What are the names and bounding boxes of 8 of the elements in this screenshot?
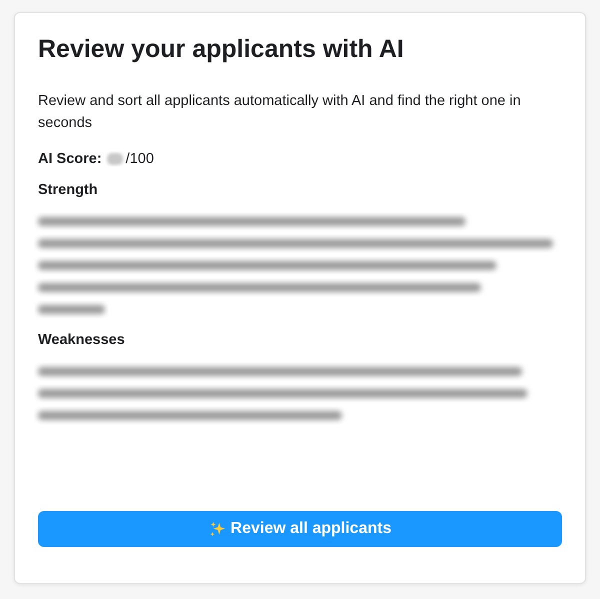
section-heading: Strength bbox=[38, 182, 99, 198]
card-title: Review your applicants with AI bbox=[38, 35, 405, 64]
section-heading: Weaknesses bbox=[38, 332, 126, 348]
score-label: AI Score: bbox=[38, 151, 102, 167]
review-button[interactable]: Review all applicants bbox=[38, 511, 562, 547]
description-text: Review and sort all applicants automatically with AI and find the right one in seconds bbox=[38, 92, 522, 133]
score-suffix: /100 bbox=[126, 151, 154, 167]
sparkles-icon bbox=[208, 520, 226, 538]
